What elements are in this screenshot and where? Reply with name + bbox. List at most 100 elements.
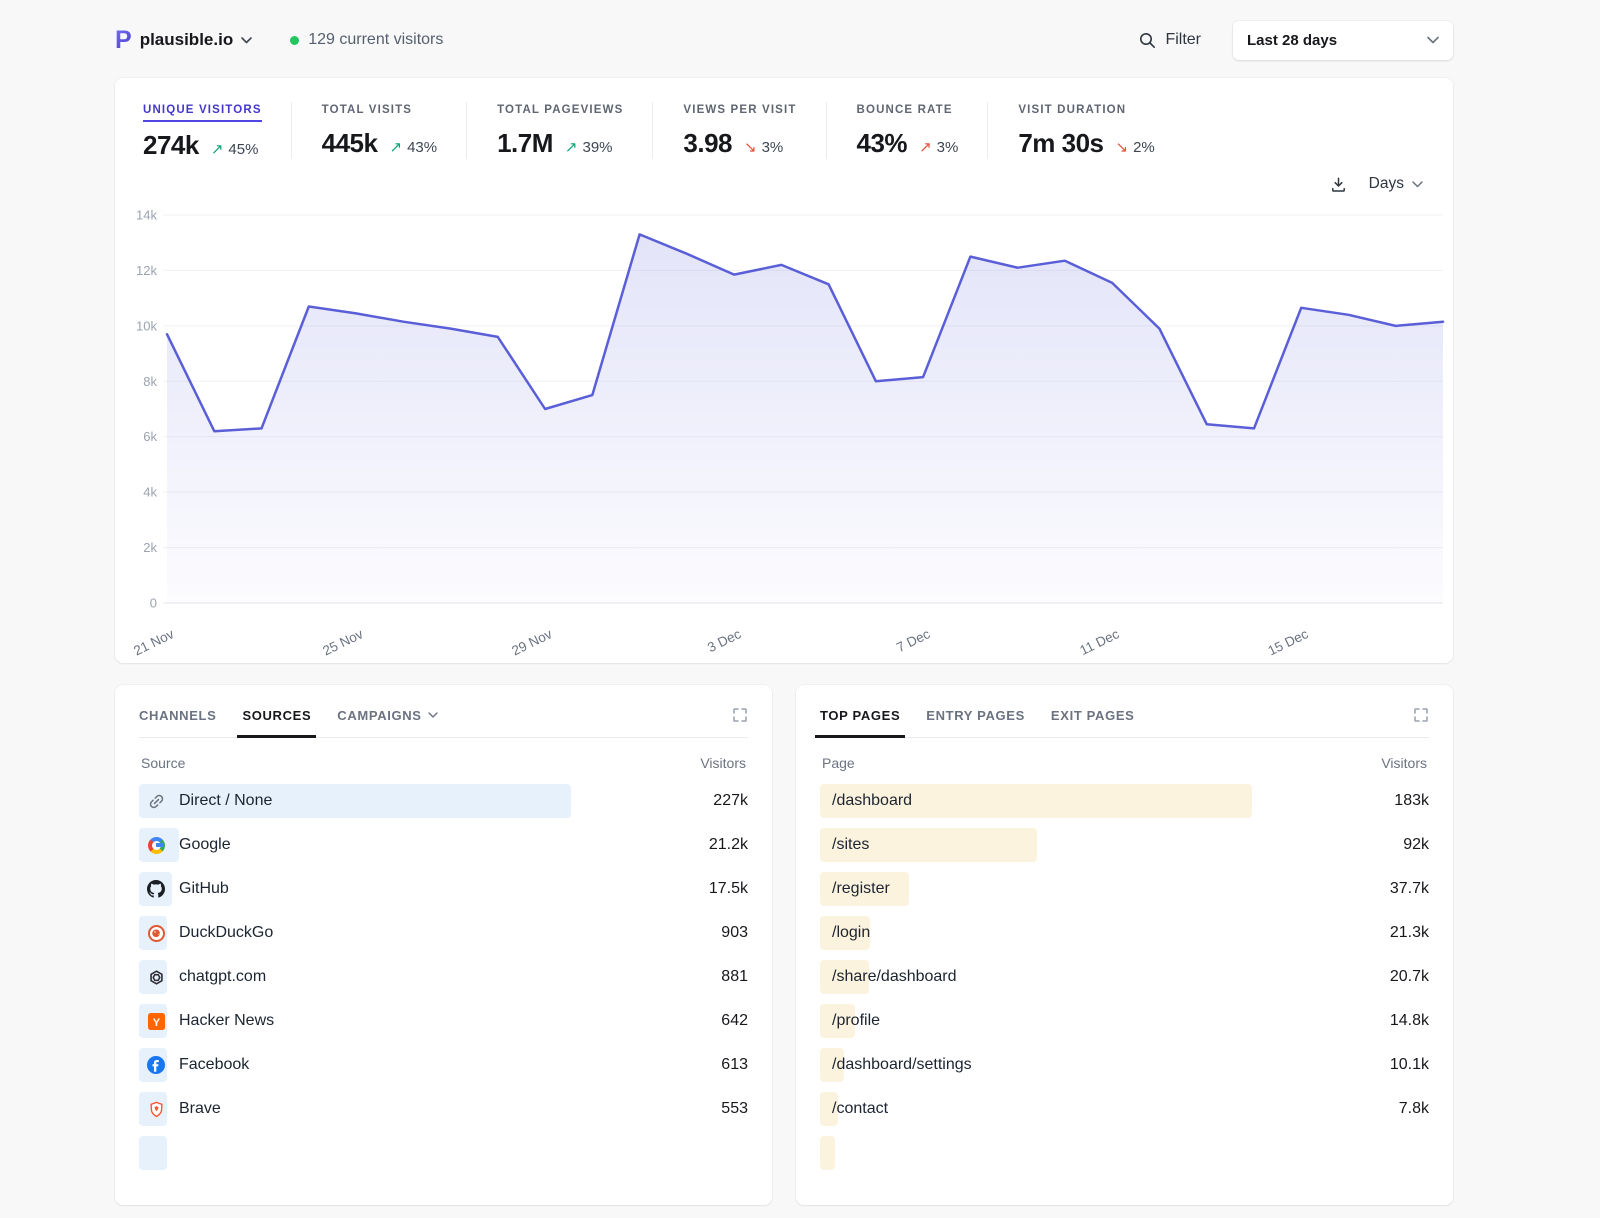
source-name[interactable]: DuckDuckGo <box>179 924 273 942</box>
chevron-down-icon[interactable] <box>241 37 252 44</box>
svg-text:29 Nov: 29 Nov <box>509 626 554 658</box>
table-row[interactable]: /sites92k <box>820 823 1429 867</box>
stat-total-visits[interactable]: TOTAL VISITS 445k↗43% <box>322 100 467 173</box>
chevron-down-icon <box>1427 36 1439 44</box>
stat-total-pageviews[interactable]: TOTAL PAGEVIEWS 1.7M↗39% <box>497 100 653 173</box>
chart-controls: Days <box>115 173 1453 193</box>
svg-text:2k: 2k <box>143 540 157 555</box>
pages-list: /dashboard 183k/sites92k/register37.7k/lo… <box>820 779 1429 1175</box>
source-name[interactable]: Brave <box>179 1100 221 1118</box>
plausible-logo-icon: P <box>115 28 131 53</box>
stat-bounce-rate[interactable]: BOUNCE RATE 43%↗3% <box>857 100 989 173</box>
table-row[interactable]: Y Hacker News 642 <box>139 999 748 1043</box>
source-name[interactable]: Facebook <box>179 1056 249 1074</box>
column-visitors: Visitors <box>700 755 746 771</box>
page-path[interactable]: /dashboard/settings <box>832 1056 972 1074</box>
dashboard: P plausible.io 129 current visitors Filt… <box>115 18 1453 1205</box>
table-row[interactable]: Brave 553 <box>139 1087 748 1131</box>
sources-columns: Source Visitors <box>141 755 746 771</box>
svg-text:12k: 12k <box>136 263 157 278</box>
page-path[interactable]: /login <box>832 924 870 942</box>
table-row[interactable]: /login 21.3k <box>820 911 1429 955</box>
visitors-value: 21.2k <box>709 836 748 854</box>
svg-text:15 Dec: 15 Dec <box>1266 626 1311 658</box>
visitors-value: 227k <box>713 792 748 810</box>
table-row[interactable]: Google 21.2k <box>139 823 748 867</box>
visitors-value: 642 <box>721 1012 748 1030</box>
visitors-value: 183k <box>1394 792 1429 810</box>
table-row[interactable]: /contact7.8k <box>820 1087 1429 1131</box>
visitors-value: 10.1k <box>1390 1056 1429 1074</box>
page-path[interactable]: /profile <box>832 1012 880 1030</box>
pages-columns: Page Visitors <box>822 755 1427 771</box>
visitors-value: 21.3k <box>1390 924 1429 942</box>
trend-arrow-icon: ↗ <box>565 138 578 156</box>
svg-text:6k: 6k <box>143 429 157 444</box>
visitors-value: 14.8k <box>1390 1012 1429 1030</box>
source-name[interactable]: GitHub <box>179 880 229 898</box>
page-path[interactable]: /register <box>832 880 890 898</box>
filter-button[interactable]: Filter <box>1139 31 1201 49</box>
download-icon[interactable] <box>1330 176 1347 193</box>
svg-text:0: 0 <box>150 596 157 611</box>
facebook-icon <box>147 1056 165 1074</box>
interval-value: Days <box>1369 175 1404 193</box>
source-name[interactable]: Hacker News <box>179 1012 274 1030</box>
brave-icon <box>147 1100 165 1118</box>
pages-panel: TOP PAGES ENTRY PAGES EXIT PAGES Page Vi… <box>796 685 1453 1205</box>
visitors-value: 903 <box>721 924 748 942</box>
current-visitors[interactable]: 129 current visitors <box>290 31 443 49</box>
table-row[interactable]: DuckDuckGo 903 <box>139 911 748 955</box>
tab-top-pages[interactable]: TOP PAGES <box>820 708 900 723</box>
expand-icon[interactable] <box>1413 707 1429 723</box>
page-path[interactable]: /dashboard <box>832 792 912 810</box>
svg-text:8k: 8k <box>143 374 157 389</box>
visitors-value: 17.5k <box>709 880 748 898</box>
hackernews-icon: Y <box>147 1012 165 1030</box>
visitors-value: 553 <box>721 1100 748 1118</box>
source-name[interactable]: Google <box>179 836 231 854</box>
table-row[interactable]: /register37.7k <box>820 867 1429 911</box>
svg-text:10k: 10k <box>136 318 157 333</box>
trend-arrow-icon: ↘ <box>1116 138 1129 156</box>
svg-text:Y: Y <box>152 1016 160 1028</box>
tab-channels[interactable]: CHANNELS <box>139 708 216 723</box>
stat-views-per-visit[interactable]: VIEWS PER VISIT 3.98↘3% <box>683 100 826 173</box>
site-name[interactable]: plausible.io <box>140 30 234 50</box>
table-row[interactable]: chatgpt.com 881 <box>139 955 748 999</box>
table-row[interactable]: /dashboard 183k <box>820 779 1429 823</box>
tab-sources[interactable]: SOURCES <box>242 708 311 723</box>
date-range-selector[interactable]: Last 28 days <box>1233 21 1453 60</box>
svg-text:4k: 4k <box>143 485 157 500</box>
table-row[interactable]: Facebook 613 <box>139 1043 748 1087</box>
column-source: Source <box>141 755 185 771</box>
source-name[interactable]: Direct / None <box>179 792 272 810</box>
table-row[interactable]: /profile 14.8k <box>820 999 1429 1043</box>
chevron-down-icon <box>428 712 438 718</box>
link-icon <box>147 792 165 810</box>
visitors-value: 613 <box>721 1056 748 1074</box>
trend-arrow-icon: ↗ <box>389 138 402 156</box>
interval-selector[interactable]: Days <box>1369 175 1423 193</box>
expand-icon[interactable] <box>732 707 748 723</box>
table-row[interactable]: /share/dashboard20.7k <box>820 955 1429 999</box>
tab-entry-pages[interactable]: ENTRY PAGES <box>926 708 1025 723</box>
table-row[interactable]: /dashboard/settings 10.1k <box>820 1043 1429 1087</box>
source-name[interactable]: chatgpt.com <box>179 968 266 986</box>
tab-campaigns[interactable]: CAMPAIGNS <box>337 708 437 723</box>
github-icon <box>147 880 165 898</box>
trend-arrow-icon: ↗ <box>211 140 224 158</box>
sources-panel: CHANNELS SOURCES CAMPAIGNS Source Visito… <box>115 685 772 1205</box>
page-path[interactable]: /share/dashboard <box>832 968 957 986</box>
stat-visit-duration[interactable]: VISIT DURATION 7m 30s↘2% <box>1018 100 1184 173</box>
stat-unique-visitors[interactable]: UNIQUE VISITORS 274k↗45% <box>143 100 292 173</box>
visitors-area-chart[interactable]: 02k4k6k8k10k12k14k21 Nov25 Nov29 Nov3 De… <box>131 201 1443 653</box>
table-row[interactable]: GitHub 17.5k <box>139 867 748 911</box>
page-path[interactable]: /contact <box>832 1100 888 1118</box>
svg-text:25 Nov: 25 Nov <box>320 626 365 658</box>
table-row[interactable]: Direct / None 227k <box>139 779 748 823</box>
tab-exit-pages[interactable]: EXIT PAGES <box>1051 708 1135 723</box>
pages-tabs: TOP PAGES ENTRY PAGES EXIT PAGES <box>820 707 1429 738</box>
visitors-value: 881 <box>721 968 748 986</box>
page-path[interactable]: /sites <box>832 836 869 854</box>
